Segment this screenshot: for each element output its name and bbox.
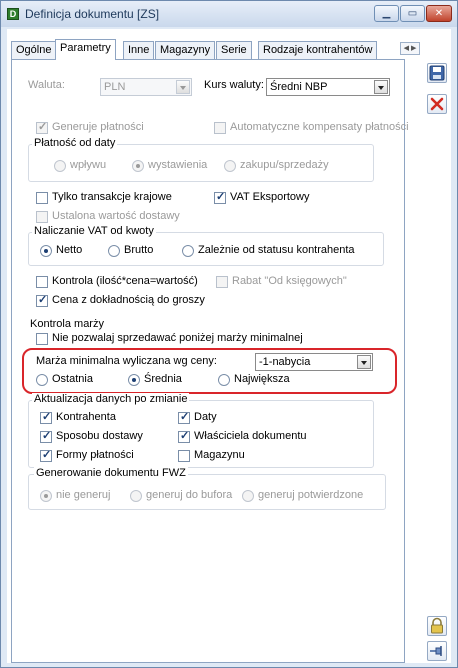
platnosc-zakupu-radio[interactable] bbox=[224, 160, 236, 172]
platnosc-wystawienia-radio[interactable] bbox=[132, 160, 144, 172]
fwz-group-title: Generowanie dokumentu FWZ bbox=[34, 467, 188, 479]
kontrahenta-label: Kontrahenta bbox=[56, 411, 116, 423]
magazynu-checkbox[interactable] bbox=[178, 450, 190, 462]
marza-min-combo[interactable]: -1-nabycia bbox=[255, 353, 373, 371]
lock-button[interactable] bbox=[427, 616, 447, 636]
marza-ostatnia-radio[interactable] bbox=[36, 374, 48, 386]
transakcje-checkbox[interactable] bbox=[36, 192, 48, 204]
formy-platnosci-label: Formy płatności bbox=[56, 449, 134, 461]
kurs-label: Kurs waluty: bbox=[204, 79, 264, 91]
generuje-label: Generuje płatności bbox=[52, 121, 144, 133]
tab-inne[interactable]: Inne bbox=[123, 41, 155, 59]
dialog-body: Ogólne Parametry Inne Magazyny Serie Rod… bbox=[7, 29, 451, 663]
kurs-value: Średni NBP bbox=[270, 81, 328, 93]
generuje-checkbox[interactable] bbox=[36, 120, 48, 134]
nie-pozwalaj-checkbox[interactable] bbox=[36, 333, 48, 345]
wlasciciela-label: Właściciela dokumentu bbox=[194, 430, 307, 442]
daty-label: Daty bbox=[194, 411, 217, 423]
kontrahenta-checkbox[interactable] bbox=[40, 410, 52, 424]
daty-checkbox[interactable] bbox=[178, 410, 190, 424]
marza-min-label: Marża minimalna wyliczana wg ceny: bbox=[36, 355, 217, 367]
platnosc-wplywu-radio[interactable] bbox=[54, 160, 66, 172]
tab-serie[interactable]: Serie bbox=[216, 41, 252, 59]
marza-najwieksza-label: Największa bbox=[234, 373, 290, 385]
cancel-button[interactable] bbox=[427, 94, 447, 114]
transakcje-label: Tylko transakcje krajowe bbox=[52, 191, 172, 203]
save-button[interactable] bbox=[427, 63, 447, 83]
platnosc-wplywu-label: wpływu bbox=[70, 159, 107, 171]
tab-parametry[interactable]: Parametry bbox=[55, 39, 116, 60]
pin-button[interactable] bbox=[427, 641, 447, 661]
marza-srednia-radio[interactable] bbox=[128, 374, 140, 386]
cena-groszy-checkbox[interactable] bbox=[36, 293, 48, 307]
vat-netto-radio[interactable] bbox=[40, 245, 52, 257]
tab-ogolne[interactable]: Ogólne bbox=[11, 41, 57, 59]
chevron-down-icon bbox=[374, 80, 388, 94]
vat-brutto-label: Brutto bbox=[124, 244, 154, 256]
tab-scroll-arrows[interactable]: ◀ ▶ bbox=[400, 42, 420, 55]
platnosc-zakupu-label: zakupu/sprzedaży bbox=[240, 159, 329, 171]
fwz-potwierdzone-label: generuj potwierdzone bbox=[258, 489, 364, 501]
save-icon bbox=[429, 65, 445, 81]
fwz-nie-generuj-radio[interactable] bbox=[40, 490, 52, 502]
cancel-icon bbox=[430, 97, 444, 111]
waluta-value: PLN bbox=[104, 81, 126, 93]
wlasciciela-checkbox[interactable] bbox=[178, 429, 190, 443]
parametry-tab-page: Waluta: PLN Kurs waluty: Średni NBP Gene… bbox=[11, 59, 409, 663]
sposobu-dostawy-checkbox[interactable] bbox=[40, 429, 52, 443]
kurs-combo[interactable]: Średni NBP bbox=[266, 78, 390, 96]
lock-icon bbox=[431, 617, 443, 634]
app-icon: D bbox=[7, 8, 19, 20]
vat-netto-label: Netto bbox=[56, 244, 83, 256]
maximize-button[interactable]: ▭ bbox=[400, 5, 425, 22]
sposobu-dostawy-label: Sposobu dostawy bbox=[56, 430, 143, 442]
ustalona-checkbox[interactable] bbox=[36, 211, 48, 223]
cena-groszy-label: Cena z dokładnością do groszy bbox=[52, 294, 205, 306]
fwz-nie-generuj-label: nie generuj bbox=[56, 489, 111, 501]
aktualizacja-group-title: Aktualizacja danych po zmianie bbox=[32, 393, 190, 405]
nie-pozwalaj-label: Nie pozwalaj sprzedawać poniżej marży mi… bbox=[52, 332, 303, 344]
vat-eksportowy-checkbox[interactable] bbox=[214, 190, 226, 204]
tab-rodzaje-kontrahentow[interactable]: Rodzaje kontrahentów bbox=[258, 41, 378, 59]
ustalona-label: Ustalona wartość dostawy bbox=[52, 210, 180, 222]
waluta-label: Waluta: bbox=[28, 79, 65, 91]
chevron-down-icon bbox=[357, 355, 371, 369]
formy-platnosci-checkbox[interactable] bbox=[40, 448, 52, 462]
vat-group-title: Naliczanie VAT od kwoty bbox=[32, 225, 156, 237]
fwz-potwierdzone-radio[interactable] bbox=[242, 490, 254, 502]
platnosc-group-title: Płatność od daty bbox=[32, 137, 118, 149]
waluta-combo[interactable]: PLN bbox=[100, 78, 192, 96]
minimize-button[interactable]: ▁ bbox=[374, 5, 399, 22]
rabat-label: Rabat "Od księgowych" bbox=[232, 275, 347, 287]
pin-icon bbox=[430, 646, 442, 656]
marza-ostatnia-label: Ostatnia bbox=[52, 373, 93, 385]
chevron-down-icon bbox=[176, 80, 190, 94]
rabat-checkbox[interactable] bbox=[216, 276, 228, 288]
kontrola-label: Kontrola (ilość*cena=wartość) bbox=[52, 275, 198, 287]
marza-srednia-label: Średnia bbox=[144, 373, 182, 385]
vat-brutto-radio[interactable] bbox=[108, 245, 120, 257]
marza-group-title: Kontrola marży bbox=[30, 318, 104, 330]
marza-najwieksza-radio[interactable] bbox=[218, 374, 230, 386]
title-bar: D Definicja dokumentu [ZS] ▁ ▭ ✕ bbox=[1, 1, 457, 27]
automatyczne-checkbox[interactable] bbox=[214, 122, 226, 134]
platnosc-wystawienia-label: wystawienia bbox=[148, 159, 208, 171]
automatyczne-label: Automatyczne kompensaty płatności bbox=[230, 121, 409, 133]
tab-magazyny[interactable]: Magazyny bbox=[155, 41, 216, 59]
document-definition-window: D Definicja dokumentu [ZS] ▁ ▭ ✕ Ogólne … bbox=[0, 0, 458, 668]
magazynu-label: Magazynu bbox=[194, 449, 245, 461]
close-button[interactable]: ✕ bbox=[426, 5, 452, 22]
fwz-bufora-radio[interactable] bbox=[130, 490, 142, 502]
kontrola-checkbox[interactable] bbox=[36, 276, 48, 288]
marza-min-value: -1-nabycia bbox=[259, 356, 311, 368]
vat-zaleznie-label: Zależnie od statusu kontrahenta bbox=[198, 244, 355, 256]
fwz-bufora-label: generuj do bufora bbox=[146, 489, 233, 501]
vat-eksportowy-label: VAT Eksportowy bbox=[230, 191, 310, 203]
window-title: Definicja dokumentu [ZS] bbox=[25, 7, 160, 21]
vat-zaleznie-radio[interactable] bbox=[182, 245, 194, 257]
